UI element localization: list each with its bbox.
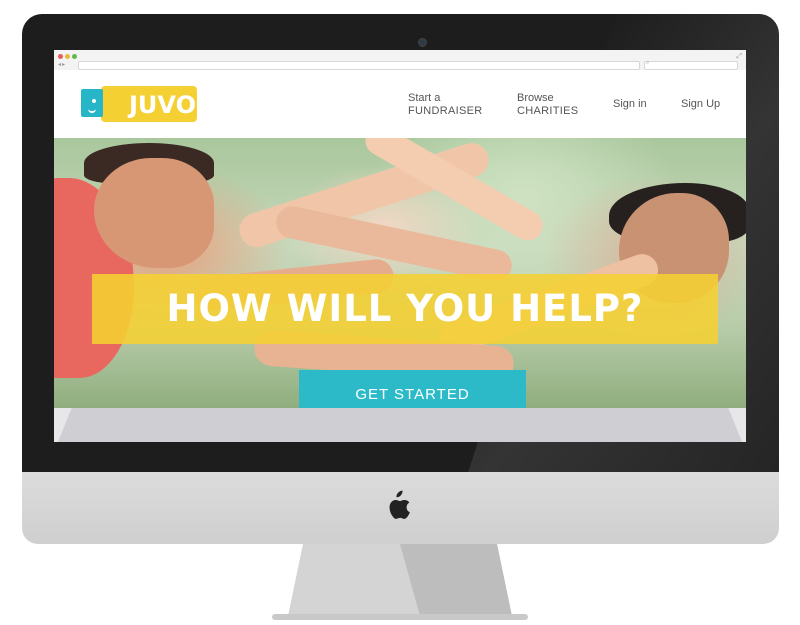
site-header: JUVO Start a FUNDRAISER Browse CHARITIES… — [54, 70, 746, 138]
juvo-logo[interactable]: JUVO — [81, 86, 201, 122]
nav-start-fundraiser[interactable]: Start a FUNDRAISER — [408, 92, 483, 118]
get-started-button[interactable]: GET STARTED — [299, 370, 526, 408]
sign-up-link[interactable]: Sign Up — [681, 98, 720, 111]
apple-icon — [389, 490, 410, 519]
logo-text: JUVO — [129, 91, 196, 119]
maximize-window-icon[interactable] — [72, 54, 77, 59]
fullscreen-icon[interactable]: ⤢ — [736, 53, 742, 61]
hero-photo-detail — [94, 158, 214, 268]
nav-browse-line2: CHARITIES — [517, 105, 579, 117]
content-card — [58, 408, 742, 442]
back-forward-icon[interactable]: ◂▸ — [58, 61, 66, 68]
address-bar[interactable] — [78, 61, 640, 70]
nav-browse-line1: Browse — [517, 92, 554, 104]
smiley-face-icon — [81, 89, 103, 117]
browser-toolbar: ◂▸ ⌕ ⤢ — [54, 50, 746, 71]
hero-section: HOW WILL YOU HELP? GET STARTED — [54, 138, 746, 408]
minimize-window-icon[interactable] — [65, 54, 70, 59]
sign-in-link[interactable]: Sign in — [613, 98, 647, 111]
logo-wordmark-box: JUVO — [101, 86, 197, 122]
nav-start-line1: Start a — [408, 92, 441, 104]
browser-search-field[interactable] — [644, 61, 738, 70]
close-window-icon[interactable] — [58, 54, 63, 59]
camera-icon — [418, 38, 427, 47]
nav-start-line2: FUNDRAISER — [408, 105, 483, 117]
browser-screen: ◂▸ ⌕ ⤢ JUVO Start a FUNDRAISER Browse CH… — [54, 50, 746, 442]
headline-banner: HOW WILL YOU HELP? — [92, 274, 718, 344]
search-icon: ⌕ — [646, 60, 650, 66]
nav-browse-charities[interactable]: Browse CHARITIES — [517, 92, 578, 118]
hero-headline: HOW WILL YOU HELP? — [166, 287, 644, 330]
